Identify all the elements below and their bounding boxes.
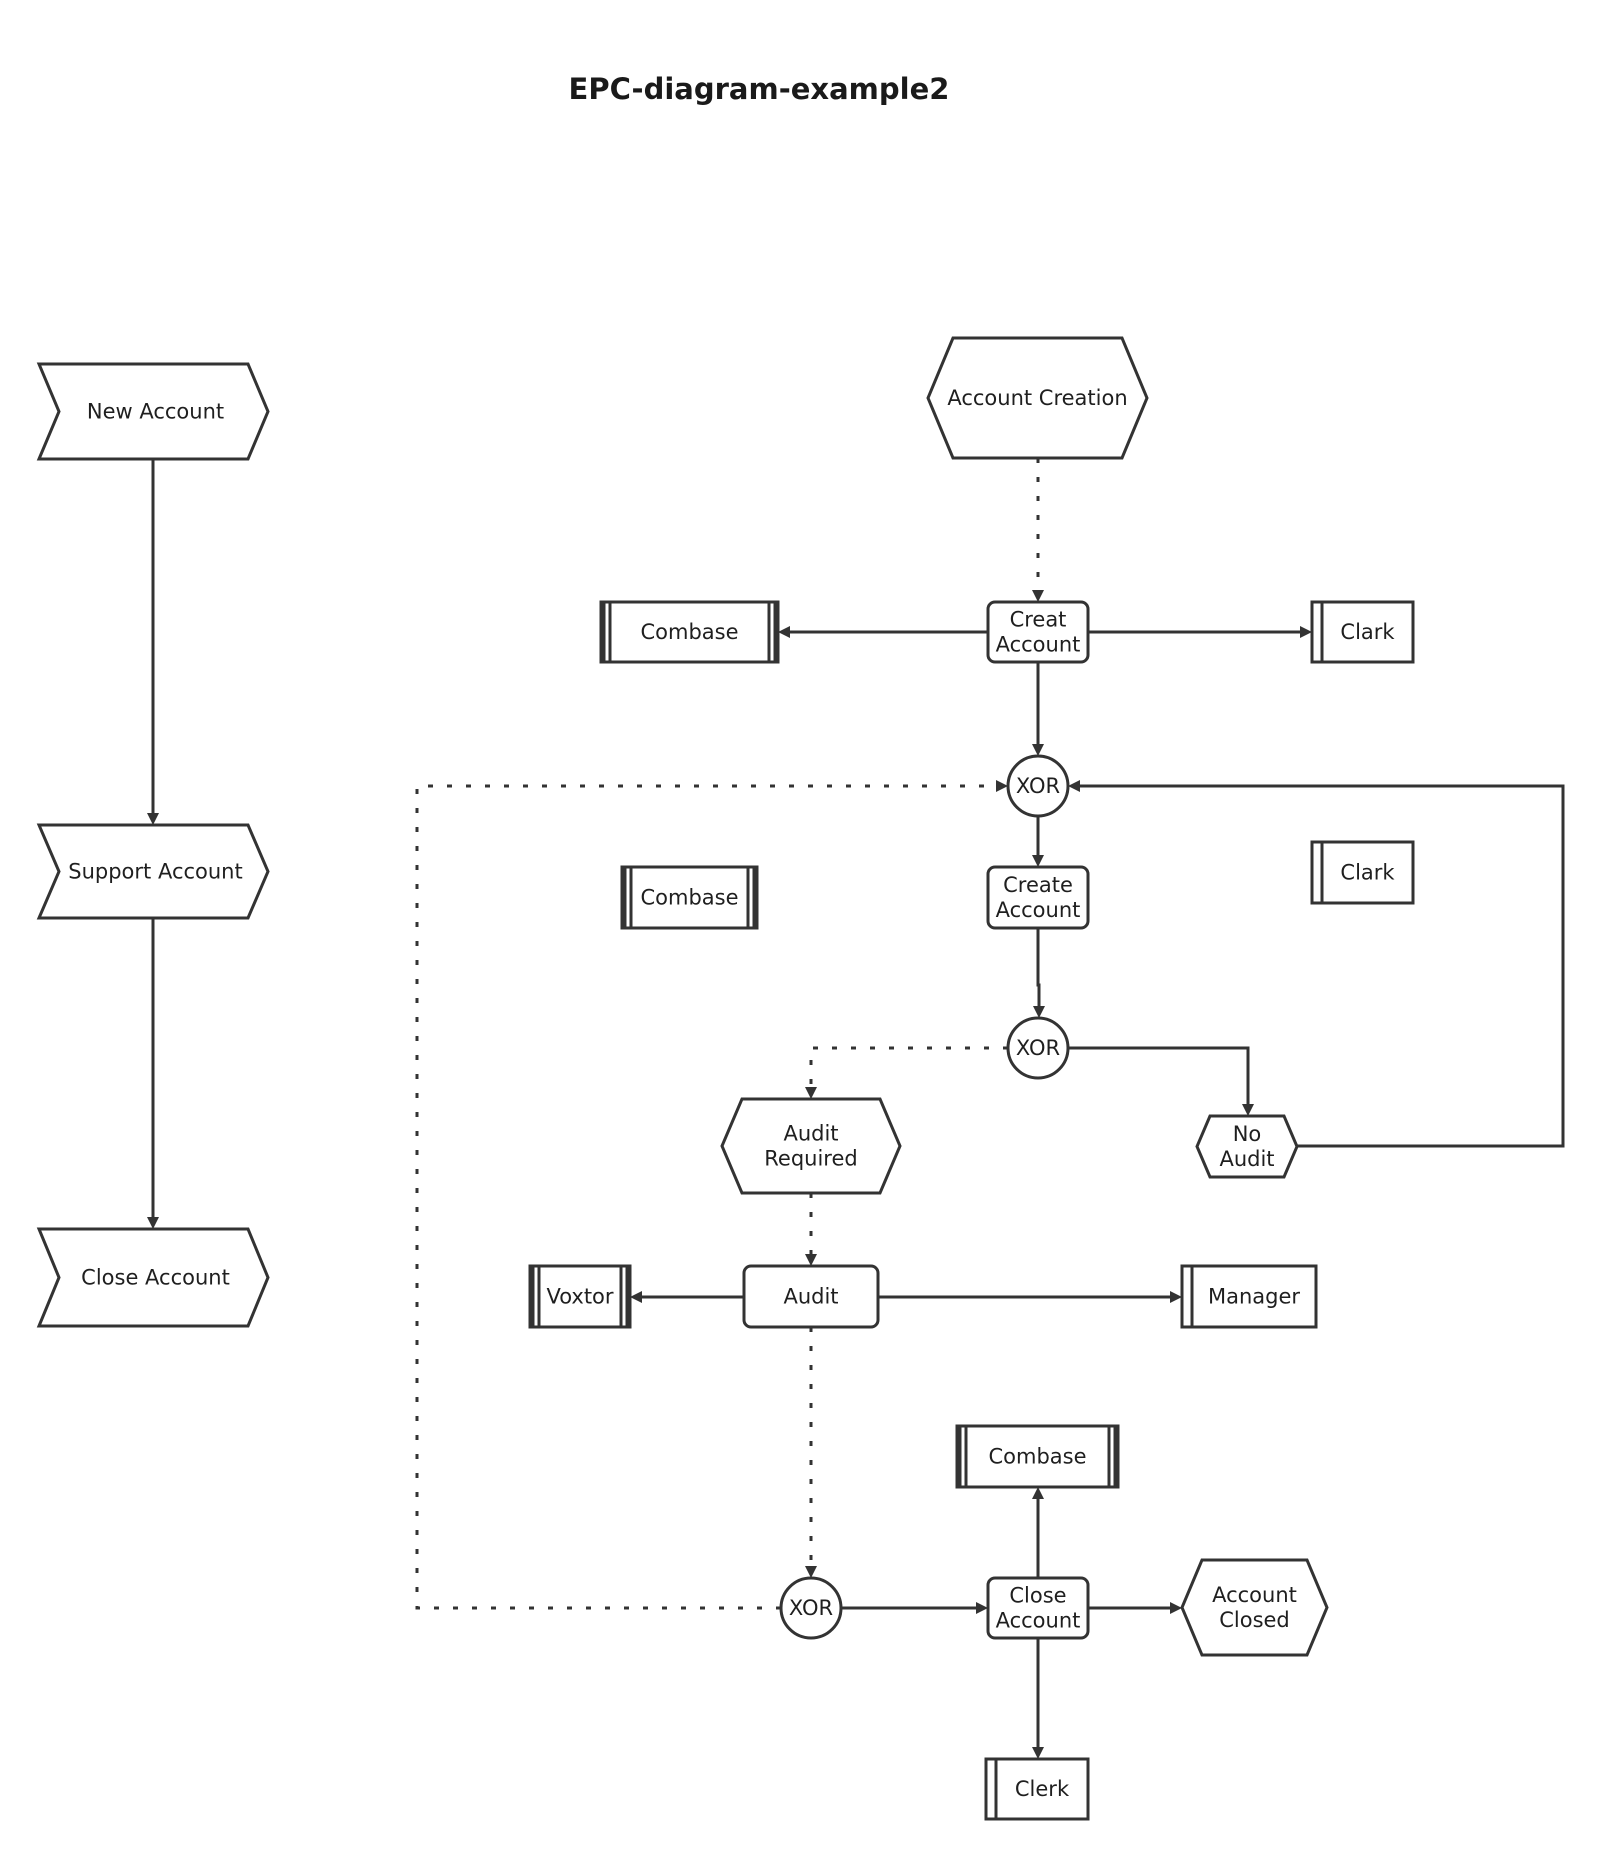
node-label: Voxtor: [546, 1285, 613, 1309]
edge-creat-account-to-clark-1[interactable]: [1088, 626, 1312, 638]
diagram-title: EPC-diagram-example2: [569, 72, 950, 106]
epc-diagram-canvas: EPC-diagram-example2 New Account Support …: [36, 72, 1565, 1821]
edge-support-account-to-close-account-step[interactable]: [147, 918, 159, 1229]
xor-connector-node-xor-3[interactable]: XOR: [779, 1576, 843, 1640]
node-label: Close: [1009, 1584, 1066, 1608]
connector-line: [809, 1046, 1008, 1089]
event-process-step-node-new-account[interactable]: New Account: [36, 362, 270, 461]
arrowhead-icon: [1032, 855, 1044, 867]
organization-unit-node-clark-1[interactable]: Clark: [1310, 600, 1415, 664]
edge-xor-3-to-close-account-fn[interactable]: [841, 1602, 988, 1614]
arrowhead-icon: [1170, 1291, 1182, 1303]
event-process-step-node-support-account[interactable]: Support Account: [36, 823, 270, 920]
arrowhead-icon: [1032, 744, 1044, 756]
information-system-node-combase-1[interactable]: Combase: [599, 600, 780, 664]
event-node-no-audit[interactable]: NoAudit: [1195, 1114, 1299, 1179]
node-label: New Account: [87, 400, 224, 424]
arrowhead-icon: [1068, 780, 1080, 792]
arrowhead-icon: [805, 1087, 817, 1099]
edge-audit-required-to-audit[interactable]: [805, 1193, 817, 1266]
arrowhead-icon: [630, 1291, 642, 1303]
edge-xor-2-to-audit-required[interactable]: [805, 1046, 1008, 1099]
xor-connector-node-xor-1[interactable]: XOR: [1006, 754, 1070, 818]
edge-xor-1-to-create-account[interactable]: [1032, 816, 1044, 867]
node-label: Closed: [1219, 1608, 1290, 1632]
arrowhead-icon: [805, 1254, 817, 1266]
edge-close-account-fn-to-account-closed[interactable]: [1088, 1602, 1182, 1614]
node-label: Account: [996, 898, 1081, 922]
node-label: Clark: [1340, 620, 1395, 644]
arrowhead-icon: [1242, 1104, 1254, 1116]
node-label: Audit: [783, 1285, 838, 1309]
information-system-node-combase-2[interactable]: Combase: [620, 865, 759, 930]
node-label: Support Account: [68, 860, 242, 884]
edge-new-account-to-support-account[interactable]: [147, 459, 159, 825]
node-label: XOR: [1016, 1036, 1060, 1060]
arrowhead-icon: [1033, 1006, 1045, 1018]
node-label: Manager: [1208, 1285, 1300, 1309]
edge-no-audit-to-xor-1[interactable]: [1068, 780, 1565, 1148]
connector-line: [1068, 1046, 1250, 1106]
event-node-account-closed[interactable]: AccountClosed: [1180, 1558, 1329, 1657]
node-label: Close Account: [81, 1266, 230, 1290]
arrowhead-icon: [996, 780, 1008, 792]
event-process-step-node-close-account-step[interactable]: Close Account: [36, 1227, 270, 1328]
edge-close-account-fn-to-clerk[interactable]: [1032, 1638, 1044, 1759]
node-label: Clerk: [1015, 1777, 1070, 1801]
nodes-layer: New AccountSupport AccountClose AccountA…: [36, 336, 1415, 1821]
organization-unit-node-clark-2[interactable]: Clark: [1310, 840, 1415, 905]
edge-xor-2-to-no-audit[interactable]: [1068, 1046, 1254, 1116]
function-node-audit[interactable]: Audit: [742, 1264, 880, 1329]
arrowhead-icon: [1170, 1602, 1182, 1614]
organization-unit-node-manager[interactable]: Manager: [1180, 1264, 1318, 1329]
connector-line: [1036, 928, 1041, 1008]
arrowhead-icon: [147, 1217, 159, 1229]
edge-create-account-to-xor-2[interactable]: [1033, 928, 1045, 1018]
edge-audit-to-manager[interactable]: [878, 1291, 1182, 1303]
arrowhead-icon: [147, 813, 159, 825]
event-node-account-creation[interactable]: Account Creation: [926, 336, 1149, 460]
edge-creat-account-to-xor-1[interactable]: [1032, 662, 1044, 756]
edge-audit-to-xor-3[interactable]: [805, 1327, 817, 1578]
node-label: Combase: [988, 1445, 1086, 1469]
edge-creat-account-to-combase-1[interactable]: [778, 626, 988, 638]
xor-connector-node-xor-2[interactable]: XOR: [1006, 1016, 1070, 1080]
node-label: Account Creation: [947, 386, 1127, 410]
event-node-audit-required[interactable]: AuditRequired: [720, 1097, 902, 1195]
arrowhead-icon: [805, 1566, 817, 1578]
node-label: Clark: [1340, 861, 1395, 885]
arrowhead-icon: [778, 626, 790, 638]
edge-account-creation-to-creat-account[interactable]: [1032, 458, 1044, 602]
node-label: Creat: [1010, 608, 1067, 632]
organization-unit-node-clerk[interactable]: Clerk: [984, 1757, 1090, 1821]
edge-close-account-fn-to-combase-3[interactable]: [1032, 1487, 1044, 1578]
arrowhead-icon: [976, 1602, 988, 1614]
arrowhead-icon: [1032, 1747, 1044, 1759]
node-label: Combase: [640, 886, 738, 910]
node-label: XOR: [1016, 774, 1060, 798]
node-label: Audit: [1219, 1147, 1274, 1171]
node-label: Create: [1003, 873, 1073, 897]
node-label: Combase: [640, 620, 738, 644]
connector-line: [1078, 784, 1565, 1148]
node-label: No: [1233, 1122, 1262, 1146]
node-label: Account: [996, 633, 1081, 657]
arrowhead-icon: [1032, 590, 1044, 602]
edge-audit-to-voxtor[interactable]: [630, 1291, 744, 1303]
information-system-node-voxtor[interactable]: Voxtor: [528, 1264, 632, 1329]
information-system-node-combase-3[interactable]: Combase: [955, 1424, 1120, 1489]
node-label: Audit: [783, 1122, 838, 1146]
node-label: Account: [1212, 1583, 1297, 1607]
node-label: Account: [996, 1609, 1081, 1633]
function-node-close-account-fn[interactable]: CloseAccount: [986, 1576, 1090, 1640]
node-label: Required: [764, 1147, 857, 1171]
node-label: XOR: [789, 1596, 833, 1620]
function-node-creat-account[interactable]: CreatAccount: [986, 600, 1090, 664]
function-node-create-account[interactable]: CreateAccount: [986, 865, 1090, 930]
arrowhead-icon: [1300, 626, 1312, 638]
arrowhead-icon: [1032, 1487, 1044, 1499]
